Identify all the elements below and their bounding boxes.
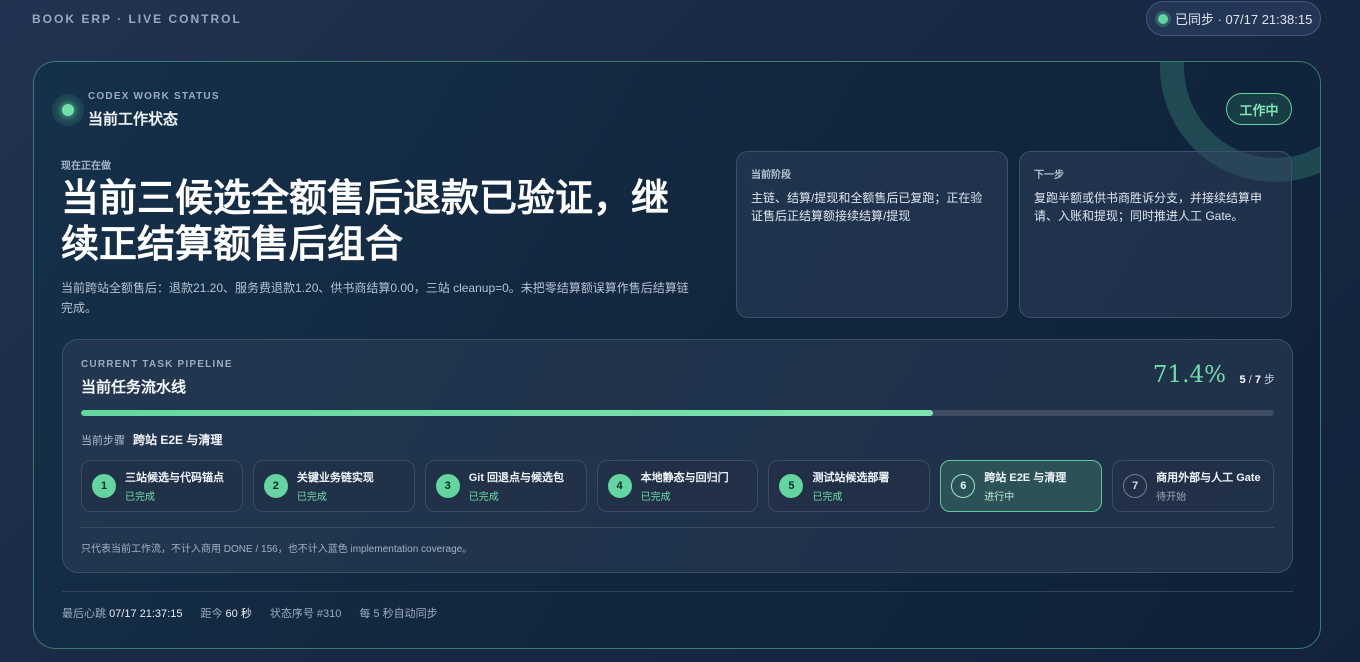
current-step-label: 当前步骤 xyxy=(81,435,125,447)
step-name: 测试站候选部署 xyxy=(812,472,890,484)
step-name: Git 回退点与候选包 xyxy=(468,472,565,484)
progress-bar-fill xyxy=(81,410,933,416)
sync-interval: 每 5 秒自动同步 xyxy=(359,608,438,620)
steps-unit: 步 xyxy=(1264,374,1275,386)
current-step: 当前步骤 跨站 E2E 与清理 xyxy=(81,431,222,448)
footer-divider xyxy=(62,591,1293,592)
step-name: 关键业务链实现 xyxy=(296,472,374,484)
pipeline-step-count: 5 / 7 步 xyxy=(1239,374,1275,386)
sync-indicator-icon xyxy=(1158,13,1168,24)
progress-bar xyxy=(81,410,1274,416)
pipeline-title: 当前任务流水线 xyxy=(81,379,187,396)
step-number-badge: 7 xyxy=(1123,474,1148,498)
next-step-label: 下一步 xyxy=(1034,170,1064,181)
step-number-badge: 6 xyxy=(951,474,976,498)
heartbeat-value: 07/17 21:37:15 xyxy=(109,608,183,620)
elapsed: 距今 60 秒 xyxy=(200,605,251,621)
pipeline-step-5[interactable]: 5 测试站候选部署 已完成 xyxy=(768,460,931,512)
elapsed-value: 60 秒 xyxy=(225,608,252,620)
working-status-badge: 工作中 xyxy=(1226,93,1292,125)
next-step-text: 复跑半额或供书商胜诉分支，并接续结算申请、入账和提现；同时推进人工 Gate。 xyxy=(1034,191,1263,223)
now-title: 当前三候选全额售后退款已验证，继续正结算额售后组合 xyxy=(61,175,670,266)
current-stage-text: 主链、结算/提现和全额售后已复跑；正在验证售后正结算额接续结算/提现 xyxy=(751,191,983,223)
pipeline-divider xyxy=(81,527,1274,528)
steps-total: 7 xyxy=(1254,374,1261,386)
pipeline-eyebrow: CURRENT TASK PIPELINE xyxy=(81,359,233,370)
current-step-value: 跨站 E2E 与清理 xyxy=(133,433,223,447)
step-state: 已完成 xyxy=(468,492,499,503)
step-number-badge: 3 xyxy=(435,474,460,498)
brand-title: BOOK ERP · LIVE CONTROL xyxy=(32,12,242,26)
elapsed-label: 距今 xyxy=(200,608,223,620)
now-description: 当前跨站全额售后：退款21.20、服务费退款1.20、供书商结算0.00，三站 … xyxy=(61,281,689,315)
sequence: 状态序号 #310 xyxy=(270,605,342,621)
card-eyebrow: CODEX WORK STATUS xyxy=(88,91,220,102)
now-label: 现在正在做 xyxy=(61,161,111,172)
card-title: 当前工作状态 xyxy=(88,111,179,128)
pipeline-note: 只代表当前工作流，不计入商用 DONE / 156，也不计入蓝色 impleme… xyxy=(81,544,473,555)
step-number-badge: 2 xyxy=(263,474,288,498)
status-footer: 最后心跳 07/17 21:37:15 距今 60 秒 状态序号 #310 每 … xyxy=(62,605,438,621)
step-name: 本地静态与回归门 xyxy=(640,472,729,484)
step-state: 进行中 xyxy=(984,492,1015,503)
current-stage-box: 当前阶段 主链、结算/提现和全额售后已复跑；正在验证售后正结算额接续结算/提现 xyxy=(736,151,1008,318)
step-state: 已完成 xyxy=(296,492,327,503)
next-step-box: 下一步 复跑半额或供书商胜诉分支，并接续结算申请、入账和提现；同时推进人工 Ga… xyxy=(1019,151,1292,318)
status-indicator-icon xyxy=(52,94,84,126)
heartbeat-label: 最后心跳 xyxy=(62,608,106,620)
sequence-label: 状态序号 xyxy=(269,608,314,620)
pipeline-step-4[interactable]: 4 本地静态与回归门 已完成 xyxy=(596,460,759,512)
sync-status-pill: 已同步 · 07/17 21:38:15 xyxy=(1146,1,1321,36)
steps-done: 5 xyxy=(1239,374,1246,386)
step-name: 商用外部与人工 Gate xyxy=(1156,472,1261,484)
pipeline-step-1[interactable]: 1 三站候选与代码锚点 已完成 xyxy=(81,460,243,512)
sync-status-text: 已同步 · 07/17 21:38:15 xyxy=(1175,12,1313,27)
pipeline-step-2[interactable]: 2 关键业务链实现 已完成 xyxy=(252,460,415,512)
step-state: 已完成 xyxy=(812,492,843,503)
heartbeat: 最后心跳 07/17 21:37:15 xyxy=(62,605,182,621)
task-pipeline-panel: CURRENT TASK PIPELINE 当前任务流水线 71.4% 5 / … xyxy=(62,339,1293,573)
step-name: 跨站 E2E 与清理 xyxy=(984,472,1067,484)
pipeline-step-3[interactable]: 3 Git 回退点与候选包 已完成 xyxy=(424,460,587,512)
work-status-card: CODEX WORK STATUS 当前工作状态 工作中 现在正在做 当前三候选… xyxy=(33,61,1321,649)
pipeline-percent: 71.4% xyxy=(1152,362,1226,388)
pipeline-steps: 1 三站候选与代码锚点 已完成 2 关键业务链实现 已完成 3 Git 回退点与候选… xyxy=(81,460,1275,512)
pipeline-step-6[interactable]: 6 跨站 E2E 与清理 进行中 xyxy=(940,460,1103,512)
step-state: 已完成 xyxy=(640,492,671,503)
step-state: 待开始 xyxy=(1156,492,1187,503)
step-name: 三站候选与代码锚点 xyxy=(125,472,224,484)
sequence-value: #310 xyxy=(316,608,342,620)
step-number-badge: 4 xyxy=(607,474,632,498)
step-number-badge: 5 xyxy=(779,474,804,498)
pipeline-step-7[interactable]: 7 商用外部与人工 Gate 待开始 xyxy=(1112,460,1275,512)
current-stage-label: 当前阶段 xyxy=(751,170,791,181)
step-number-badge: 1 xyxy=(92,474,116,498)
step-state: 已完成 xyxy=(125,492,155,503)
